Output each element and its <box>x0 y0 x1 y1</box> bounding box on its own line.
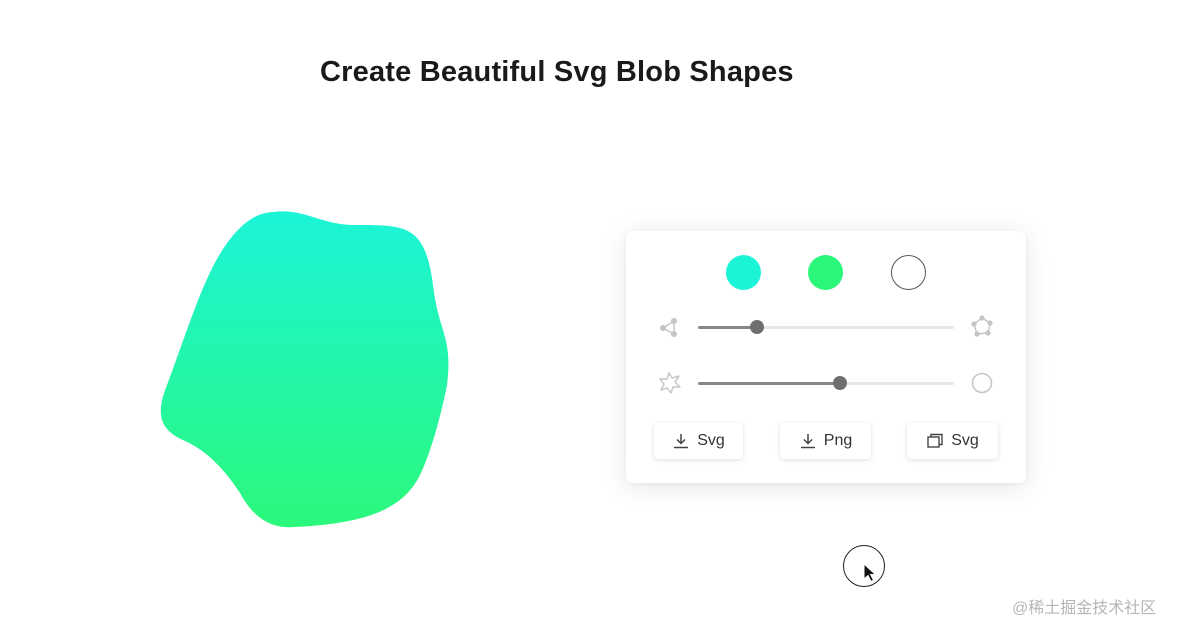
blob-preview <box>155 205 455 530</box>
watermark: @稀土掘金技术社区 <box>1012 600 1157 617</box>
gradient-end-color-swatch[interactable] <box>808 255 843 290</box>
slider-fill <box>698 326 757 329</box>
slider-thumb[interactable] <box>833 376 848 390</box>
mouse-pointer-icon <box>863 563 877 583</box>
download-icon <box>674 434 689 449</box>
gradient-start-color-swatch[interactable] <box>726 255 761 290</box>
circle-icon <box>971 372 993 394</box>
nodes-many-icon <box>971 315 993 337</box>
button-label: Svg <box>697 432 725 449</box>
controls-panel: Svg Png Svg <box>626 231 1026 483</box>
nodes-few-icon <box>660 318 677 337</box>
slider-thumb[interactable] <box>749 320 764 334</box>
splat-icon <box>659 372 681 394</box>
button-label: Svg <box>951 432 979 449</box>
page-title: Create Beautiful Svg Blob Shapes <box>320 56 794 88</box>
copy-icon <box>927 433 943 448</box>
outline-color-swatch[interactable] <box>891 255 926 290</box>
download-svg-button[interactable]: Svg <box>654 423 743 459</box>
slider-fill <box>698 382 841 385</box>
download-icon <box>800 434 815 449</box>
blob-shape <box>160 211 449 528</box>
copy-svg-button[interactable]: Svg <box>907 423 998 459</box>
randomness-slider[interactable] <box>698 371 954 395</box>
download-png-button[interactable]: Png <box>780 423 871 459</box>
button-label: Png <box>823 432 853 449</box>
complexity-slider[interactable] <box>698 315 954 339</box>
